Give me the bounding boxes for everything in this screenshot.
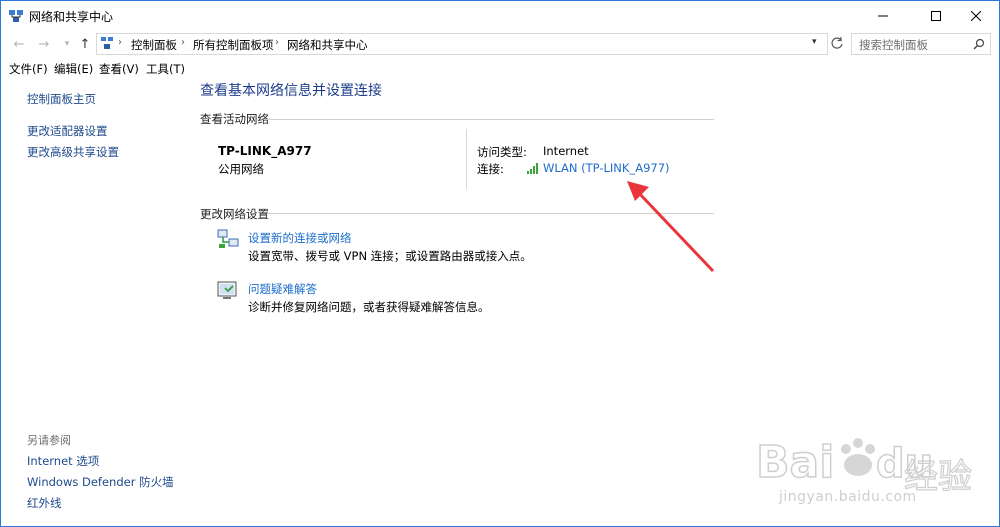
menu-view[interactable]: 查看(V): [99, 61, 139, 77]
address-bar[interactable]: › 控制面板 › 所有控制面板项 › 网络和共享中心 ▾: [96, 33, 828, 55]
window-title: 网络和共享中心: [29, 10, 114, 24]
troubleshoot-icon[interactable]: [216, 279, 240, 303]
breadcrumb-control-panel[interactable]: 控制面板: [131, 37, 177, 53]
up-button[interactable]: ↑: [76, 35, 94, 53]
wifi-signal-icon: [527, 163, 538, 174]
sidebar-adapter-settings-link[interactable]: 更改适配器设置: [27, 123, 108, 139]
menu-tools[interactable]: 工具(T): [146, 61, 185, 77]
close-icon: [971, 11, 981, 21]
menu-edit[interactable]: 编辑(E): [54, 61, 93, 77]
see-also-internet-options[interactable]: Internet 选项: [27, 453, 99, 469]
network-vertical-divider: [466, 129, 467, 189]
forward-button[interactable]: →: [35, 35, 53, 53]
arrow-right-icon: →: [38, 36, 50, 52]
access-type-label: 访问类型:: [477, 145, 527, 159]
refresh-icon[interactable]: [830, 36, 844, 50]
search-placeholder: 搜索控制面板: [859, 38, 928, 52]
network-category-link[interactable]: 公用网络: [218, 161, 264, 177]
arrow-up-icon: ↑: [79, 36, 91, 52]
breadcrumb-separator-icon[interactable]: ›: [275, 37, 279, 48]
troubleshoot-link[interactable]: 问题疑难解答: [248, 281, 317, 297]
address-dropdown-icon[interactable]: ▾: [812, 37, 817, 47]
see-also-firewall[interactable]: Windows Defender 防火墙: [27, 474, 174, 490]
control-panel-window: 网络和共享中心 ← → ▾ ↑ › 控制面板 › 所有控制面板项 › 网络和共享…: [0, 0, 1000, 527]
active-networks-heading: 查看活动网络: [200, 112, 269, 126]
svg-text:Bai: Bai: [756, 437, 834, 488]
minimize-icon: [878, 15, 888, 17]
recent-locations-button[interactable]: ▾: [58, 35, 76, 53]
control-panel-icon: [101, 37, 113, 49]
network-setup-icon[interactable]: [216, 227, 240, 251]
wlan-connection-link[interactable]: WLAN (TP-LINK_A977): [543, 161, 670, 175]
troubleshoot-description: 诊断并修复网络问题，或者获得疑难解答信息。: [248, 300, 490, 314]
breadcrumb-all-items[interactable]: 所有控制面板项: [193, 37, 274, 53]
connection-label: 连接:: [477, 162, 504, 176]
watermark-url: jingyan.baidu.com: [779, 489, 917, 505]
arrow-left-icon: ←: [13, 36, 25, 52]
setup-connection-description: 设置宽带、拨号或 VPN 连接；或设置路由器或接入点。: [248, 249, 532, 263]
access-type-value: Internet: [543, 144, 589, 158]
search-input[interactable]: 搜索控制面板: [851, 33, 991, 55]
network-center-icon: [9, 10, 23, 22]
sidebar-advanced-sharing-link[interactable]: 更改高级共享设置: [27, 144, 119, 160]
network-name: TP-LINK_A977: [218, 144, 312, 158]
title-bar[interactable]: 网络和共享中心: [1, 1, 999, 31]
minimize-button[interactable]: [860, 1, 906, 31]
breadcrumb-network-center[interactable]: 网络和共享中心: [287, 37, 368, 53]
section-divider: [267, 119, 714, 120]
maximize-icon: [931, 11, 941, 21]
breadcrumb-separator-icon[interactable]: ›: [118, 37, 122, 48]
search-icon: [973, 38, 985, 50]
see-also-heading: 另请参阅: [27, 434, 71, 447]
back-button[interactable]: ←: [10, 35, 28, 53]
sidebar-home-link[interactable]: 控制面板主页: [27, 91, 96, 107]
breadcrumb-separator-icon[interactable]: ›: [181, 37, 185, 48]
change-settings-heading: 更改网络设置: [200, 207, 269, 221]
section-divider: [267, 213, 714, 214]
menu-file[interactable]: 文件(F): [9, 61, 48, 77]
setup-connection-link[interactable]: 设置新的连接或网络: [248, 230, 352, 246]
page-title: 查看基本网络信息并设置连接: [200, 83, 382, 99]
close-button[interactable]: [953, 1, 999, 31]
menu-bar: 文件(F) 编辑(E) 查看(V) 工具(T): [1, 59, 999, 79]
chevron-down-icon: ▾: [64, 39, 70, 49]
see-also-infrared[interactable]: 红外线: [27, 495, 62, 511]
address-row: ← → ▾ ↑ › 控制面板 › 所有控制面板项 › 网络和共享中心 ▾ 搜索控…: [1, 31, 999, 57]
